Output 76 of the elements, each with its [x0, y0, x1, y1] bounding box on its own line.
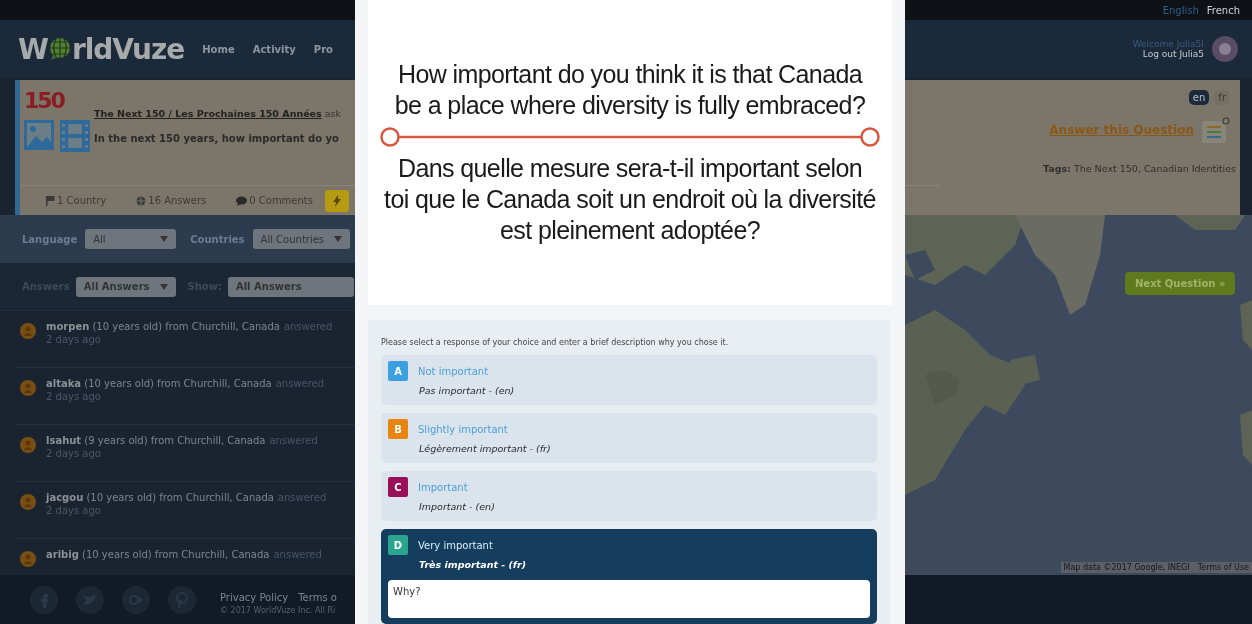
user-avatar-icon	[20, 323, 36, 339]
caret-icon	[334, 236, 343, 242]
film-icon[interactable]	[60, 120, 90, 152]
option-letter: D	[388, 535, 408, 555]
nav-link[interactable]: Home	[202, 43, 235, 55]
option-title: Not important	[418, 365, 489, 377]
lightning-icon	[333, 194, 341, 207]
answer-option[interactable]: B Slightly important Légèrement important - (fr)	[381, 413, 877, 463]
answer-author[interactable]: aribig (10 years old) from Churchill, Canada	[46, 549, 270, 560]
asks-text: ask	[324, 108, 341, 119]
instruction-text: Please select a response of your choice and enter a brief description why you chose it.	[381, 338, 730, 347]
nav-link[interactable]: Activity	[252, 43, 296, 55]
option-translation: Pas important - (en)	[418, 385, 516, 396]
answer-option[interactable]: C Important Important - (en)	[381, 471, 877, 521]
stat-text: 0 Comments	[249, 195, 313, 206]
bird-icon[interactable]	[76, 585, 104, 614]
language-link[interactable]: English	[1162, 4, 1199, 16]
option-title: Slightly important	[418, 423, 508, 435]
language-toggle[interactable]: en	[1188, 90, 1210, 105]
logo-text: rldVuze	[71, 32, 185, 66]
answers-dropdown[interactable]: All Answers	[75, 276, 176, 297]
user-avatar-icon	[20, 380, 36, 396]
globe-icon	[136, 195, 147, 206]
answer-author[interactable]: jacgou (10 years old) from Churchill, Canada	[46, 492, 274, 503]
facebook-icon[interactable]	[30, 585, 58, 614]
logout-link[interactable]: Log out Julia5	[1142, 49, 1204, 59]
option-title: Important	[418, 481, 468, 493]
footer-link[interactable]: Privacy Policy	[220, 592, 289, 603]
reason-field[interactable]: Why?	[388, 580, 870, 618]
user-avatar-icon	[20, 494, 36, 510]
tags-text: Tags: The Next 150, Canadian Identities	[1043, 163, 1236, 174]
logo-text: 150	[24, 88, 66, 114]
user-avatar-icon	[20, 551, 36, 567]
stat-text: 1 Country	[57, 195, 107, 206]
language-link[interactable]: French	[1206, 4, 1240, 16]
globe-icon	[48, 37, 71, 61]
welcome-text: Welcome Julia5I	[1132, 39, 1204, 49]
option-translation: Important - (en)	[418, 501, 496, 512]
option-title: Very important	[418, 539, 493, 551]
option-translation: Très important - (fr)	[418, 559, 527, 570]
filter-label: Language	[22, 233, 78, 245]
question-text: In the next 150 years, how important do yo	[94, 133, 340, 144]
question-heading: How important do you think it is that Canada be a place where diversity is fully embraced?	[393, 59, 867, 121]
caret-icon	[159, 283, 168, 290]
caret-icon	[160, 236, 169, 242]
copyright-text: © 2017 WorldVuze Inc. All Ri	[220, 606, 337, 615]
option-letter: C	[388, 477, 408, 497]
filter-dropdown[interactable]: All Countries	[252, 229, 351, 249]
terms-link[interactable]: Terms of Use	[1197, 563, 1249, 572]
google-plus-icon[interactable]	[122, 585, 150, 614]
list-icon[interactable]	[1202, 117, 1230, 143]
answer-author[interactable]: lsahut (9 years old) from Churchill, Canada	[46, 435, 266, 446]
option-letter: A	[388, 361, 408, 381]
footer-link[interactable]: Terms o	[298, 592, 337, 603]
question-heading: Dans quelle mesure sera-t-il important selon toi que le Canada soit un endroit où la diversité est pleinement adoptée?	[383, 153, 877, 246]
action-button[interactable]	[325, 189, 349, 212]
nav-link[interactable]: Pro	[313, 43, 333, 55]
source-link[interactable]: The Next 150 / Les Prochaines 150 Années	[94, 108, 322, 119]
comment-icon	[236, 195, 248, 206]
flag-icon	[46, 195, 55, 206]
filter-dropdown[interactable]: All	[85, 229, 177, 249]
answer-author[interactable]: morpen (10 years old) from Churchill, Canada	[46, 321, 280, 332]
image-icon[interactable]	[24, 120, 54, 150]
show-dropdown[interactable]: All Answers	[227, 276, 354, 297]
filter-label: Countries	[190, 233, 245, 245]
avatar-icon[interactable]	[1212, 36, 1238, 62]
stat-text: 16 Answers	[148, 195, 207, 206]
option-translation: Légèrement important - (fr)	[418, 443, 552, 454]
option-letter: B	[388, 419, 408, 439]
answer-option[interactable]: A Not important Pas important - (en)	[381, 355, 877, 405]
map-attribution: Map data ©2017 Google, INEGI	[1063, 563, 1190, 572]
user-avatar-icon	[20, 437, 36, 453]
answer-option[interactable]: D Very important Très important - (fr) Why?	[381, 529, 877, 624]
pinterest-icon[interactable]	[168, 585, 196, 614]
answer-author[interactable]: altaka (10 years old) from Churchill, Canada	[46, 378, 272, 389]
logo-text: W	[18, 32, 48, 66]
